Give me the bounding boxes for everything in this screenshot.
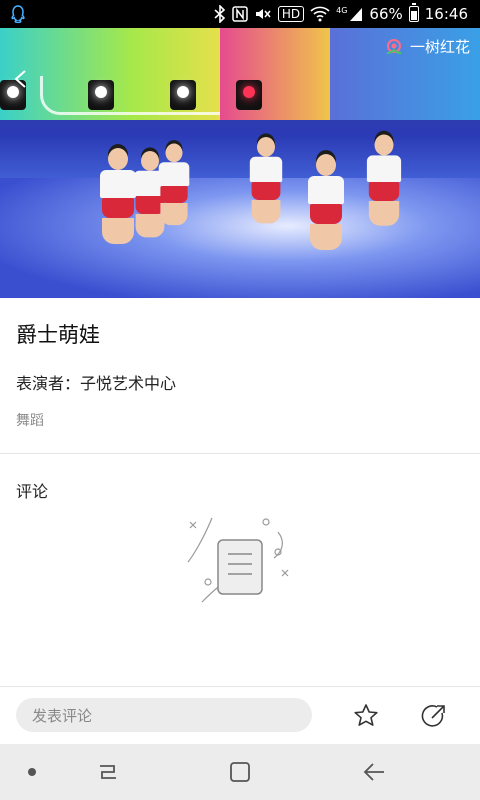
recent-apps-icon[interactable] [94,758,122,786]
signal-4g-label: 4G [336,5,348,15]
star-icon [354,704,378,726]
home-icon[interactable] [226,758,254,786]
flower-logo-icon [386,38,402,54]
stage-light [88,80,114,110]
hd-badge: HD [277,6,305,22]
program-category: 舞蹈 [16,413,44,429]
program-info: 爵士萌娃 表演者：子悦艺术中心 舞蹈 [16,318,464,430]
dancer [246,137,286,227]
comments-heading: 评论 [16,482,49,501]
comment-input[interactable]: 发表评论 [16,698,312,732]
channel-logo-text: 一树红花 [409,38,470,56]
back-arrow-icon[interactable] [10,68,32,90]
favorite-button[interactable] [350,700,382,732]
dancer [155,143,192,229]
nav-indicator-dot [28,768,36,776]
clock: 16:46 [424,5,468,23]
stage-light [236,80,262,110]
program-performer: 表演者：子悦艺术中心 [16,374,177,393]
share-icon [421,705,445,727]
battery-percent: 66% [369,5,403,23]
signal-icon [350,8,363,21]
program-title: 爵士萌娃 [16,323,100,347]
section-divider [0,453,480,454]
bottom-bar-divider [0,686,480,687]
qq-icon [11,5,25,24]
status-bar: HD 4G 66% 16:46 [0,0,480,28]
nfc-icon [232,6,248,22]
stage-light [170,80,196,110]
dancer [304,154,348,254]
mute-icon [255,9,271,19]
battery-icon [408,3,419,22]
comment-input-placeholder: 发表评论 [32,706,93,725]
channel-logo: 一树红花 [384,36,470,57]
stage-floor [0,178,480,298]
empty-comments-illustration-icon [187,517,289,603]
back-icon[interactable] [360,758,388,786]
share-button[interactable] [418,700,450,732]
system-nav-bar [0,744,480,800]
video-player[interactable]: 一树红花 [0,28,480,298]
dancer [363,134,405,230]
wifi-icon [310,6,330,22]
bluetooth-icon [214,5,226,23]
